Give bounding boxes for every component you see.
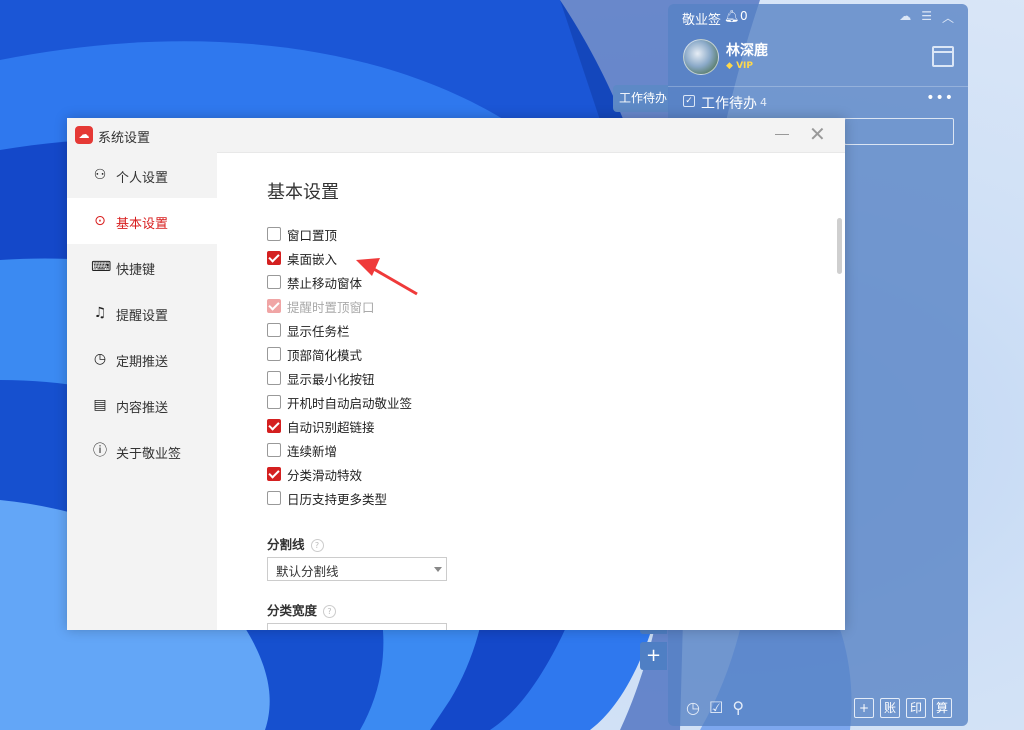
annotation-arrow [356,258,418,296]
